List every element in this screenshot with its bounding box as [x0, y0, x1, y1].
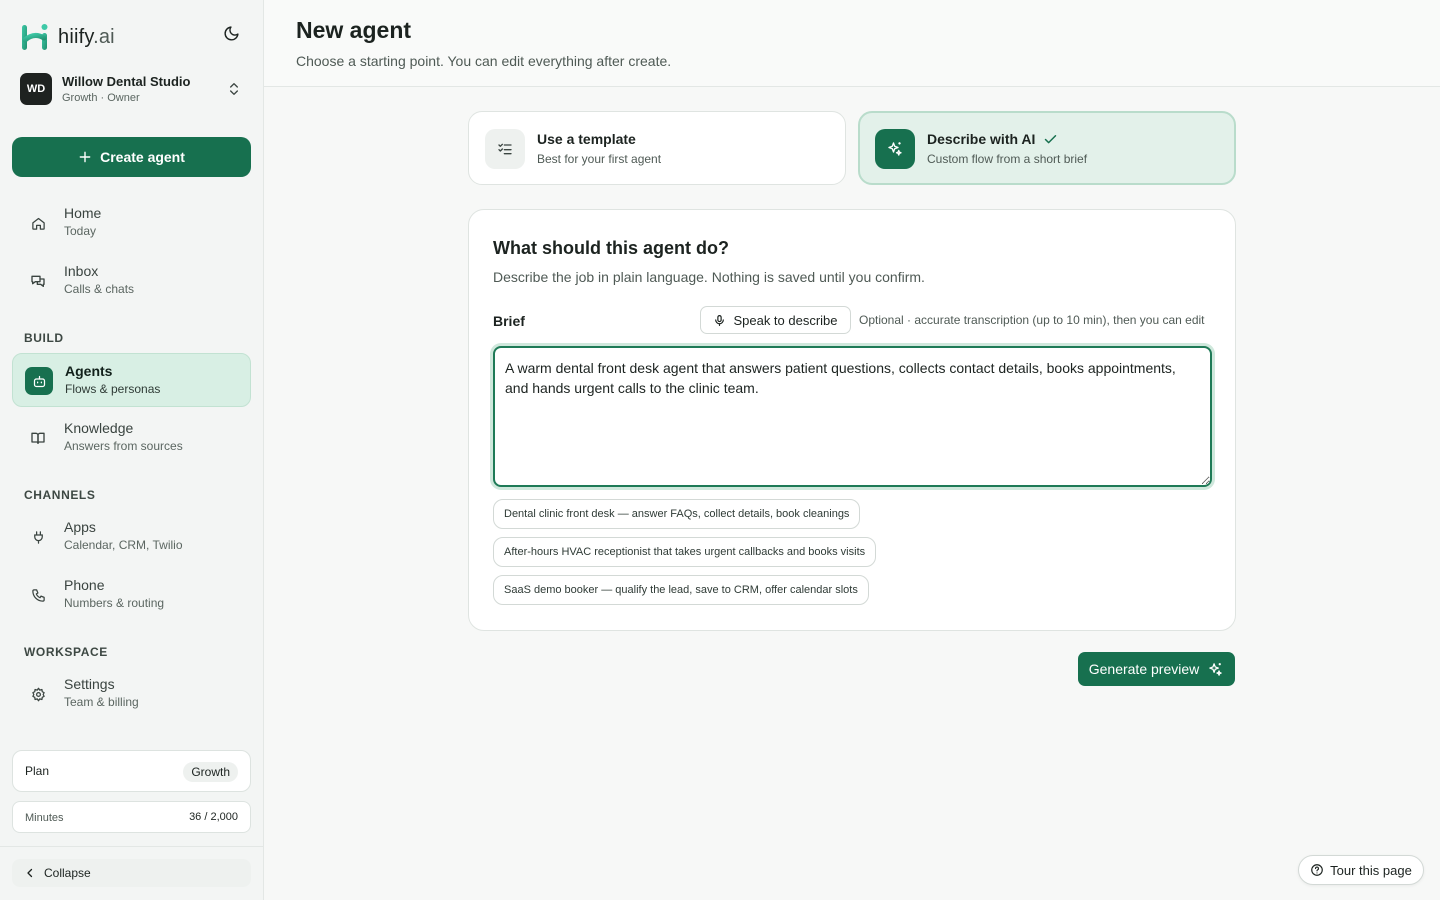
sidebar-item-title: Apps [64, 519, 96, 535]
create-agent-button[interactable]: Create agent [12, 137, 251, 177]
mode-subtitle: Best for your first agent [537, 152, 662, 166]
sidebar-item-title: Inbox [64, 263, 99, 279]
sidebar-item-title: Settings [64, 676, 115, 692]
sidebar: hiify.ai WD Willow Dental Studio Growth … [0, 0, 264, 900]
sidebar-item-subtitle: Numbers & routing [64, 596, 165, 610]
plus-icon [79, 151, 91, 163]
sidebar-item-subtitle: Calendar, CRM, Twilio [64, 538, 183, 552]
brand-logo[interactable]: hiify.ai [20, 22, 115, 52]
workspace-text: Willow Dental Studio Growth · Owner [62, 74, 190, 104]
speak-label: Speak to describe [733, 312, 838, 328]
sidebar-item-subtitle: Calls & chats [64, 282, 135, 296]
brief-heading: What should this agent do? [493, 238, 729, 258]
workspace-subtitle: Growth · Owner [62, 92, 140, 104]
collapse-label: Collapse [44, 866, 91, 880]
theme-toggle-button[interactable] [218, 20, 244, 46]
sidebar-item-agents[interactable]: Agents Flows & personas [12, 353, 251, 407]
sparkle-icon [1209, 662, 1223, 676]
page-subtitle: Choose a starting point. You can edit ev… [296, 53, 672, 69]
sidebar-item-subtitle: Answers from sources [64, 439, 183, 453]
minutes-label: Minutes [25, 812, 64, 824]
sidebar-item-home[interactable]: Home Today [12, 196, 251, 250]
page-title: New agent [296, 17, 412, 43]
checklist-icon [485, 129, 525, 169]
gear-icon [24, 680, 52, 708]
sidebar-item-subtitle: Flows & personas [65, 382, 161, 396]
book-icon [24, 424, 52, 452]
suggestion-chip[interactable]: SaaS demo booker — qualify the lead, sav… [493, 575, 869, 605]
chat-icon [24, 267, 52, 295]
home-icon [24, 209, 52, 237]
logo-mark-icon [22, 24, 48, 50]
tour-page-button[interactable]: Tour this page [1298, 855, 1424, 885]
brand-tld: .ai [93, 25, 115, 48]
sidebar-item-knowledge[interactable]: Knowledge Answers from sources [12, 411, 251, 465]
suggestion-chip[interactable]: Dental clinic front desk — answer FAQs, … [493, 499, 861, 529]
brief-textarea[interactable]: A warm dental front desk agent that answ… [493, 346, 1212, 487]
sidebar-item-apps[interactable]: Apps Calendar, CRM, Twilio [12, 510, 251, 564]
section-label-build: BUILD [24, 331, 64, 345]
suggestion-chip[interactable]: After-hours HVAC receptionist that takes… [493, 537, 877, 567]
sidebar-divider [0, 846, 263, 847]
brand-name: hiify.ai [58, 26, 115, 49]
microphone-icon [715, 314, 725, 326]
mode-title-text: Describe with AI [927, 131, 1036, 147]
plug-icon [24, 523, 52, 551]
sidebar-item-inbox[interactable]: Inbox Calls & chats [12, 254, 251, 308]
sidebar-item-title: Phone [64, 577, 105, 593]
brand-name-text: hiify [58, 25, 94, 48]
phone-icon [24, 581, 52, 609]
page-header: New agent Choose a starting point. You c… [264, 0, 1440, 87]
speak-hint: Optional · accurate transcription (up to… [859, 313, 1205, 327]
mode-card-describe-ai[interactable]: Describe with AI Custom flow from a shor… [858, 111, 1236, 185]
tour-label: Tour this page [1330, 862, 1412, 878]
sidebar-item-title: Agents [65, 363, 113, 379]
workspace-switcher[interactable]: WD Willow Dental Studio Growth · Owner [20, 72, 248, 106]
bot-icon [25, 367, 53, 395]
mode-card-template[interactable]: Use a template Best for your first agent [468, 111, 846, 185]
mode-subtitle: Custom flow from a short brief [927, 152, 1088, 166]
brief-description: Describe the job in plain language. Noth… [493, 269, 925, 285]
sidebar-item-settings[interactable]: Settings Team & billing [12, 667, 251, 721]
create-agent-label: Create agent [100, 149, 185, 165]
sidebar-item-title: Knowledge [64, 420, 134, 436]
help-circle-icon [1311, 864, 1323, 876]
plan-card[interactable]: Plan Growth [12, 750, 251, 792]
brief-label: Brief [493, 313, 525, 329]
sidebar-item-subtitle: Team & billing [64, 695, 139, 709]
sparkle-icon [875, 129, 915, 169]
mode-title: Use a template [537, 131, 636, 147]
sidebar-item-title: Home [64, 205, 102, 221]
section-label-channels: CHANNELS [24, 488, 96, 502]
minutes-card: Minutes 36 / 2,000 [12, 801, 251, 833]
plan-badge: Growth [183, 762, 238, 782]
generate-preview-button[interactable]: Generate preview [1078, 652, 1235, 686]
check-icon [1045, 134, 1057, 143]
minutes-value: 36 / 2,000 [189, 811, 238, 823]
chevron-left-icon [27, 868, 33, 878]
generate-label: Generate preview [1088, 661, 1200, 677]
plan-label: Plan [25, 764, 50, 778]
speak-to-describe-button[interactable]: Speak to describe [700, 306, 851, 334]
workspace-avatar: WD [20, 73, 52, 105]
chevron-up-down-icon [230, 83, 238, 95]
sidebar-item-phone[interactable]: Phone Numbers & routing [12, 568, 251, 622]
section-label-workspace: WORKSPACE [24, 645, 108, 659]
brief-card: What should this agent do? Describe the … [468, 209, 1236, 631]
collapse-button[interactable]: Collapse [12, 859, 251, 887]
moon-icon [224, 25, 239, 40]
mode-title: Describe with AI [927, 131, 1058, 147]
sidebar-item-subtitle: Today [64, 224, 97, 238]
workspace-name: Willow Dental Studio [62, 74, 191, 89]
